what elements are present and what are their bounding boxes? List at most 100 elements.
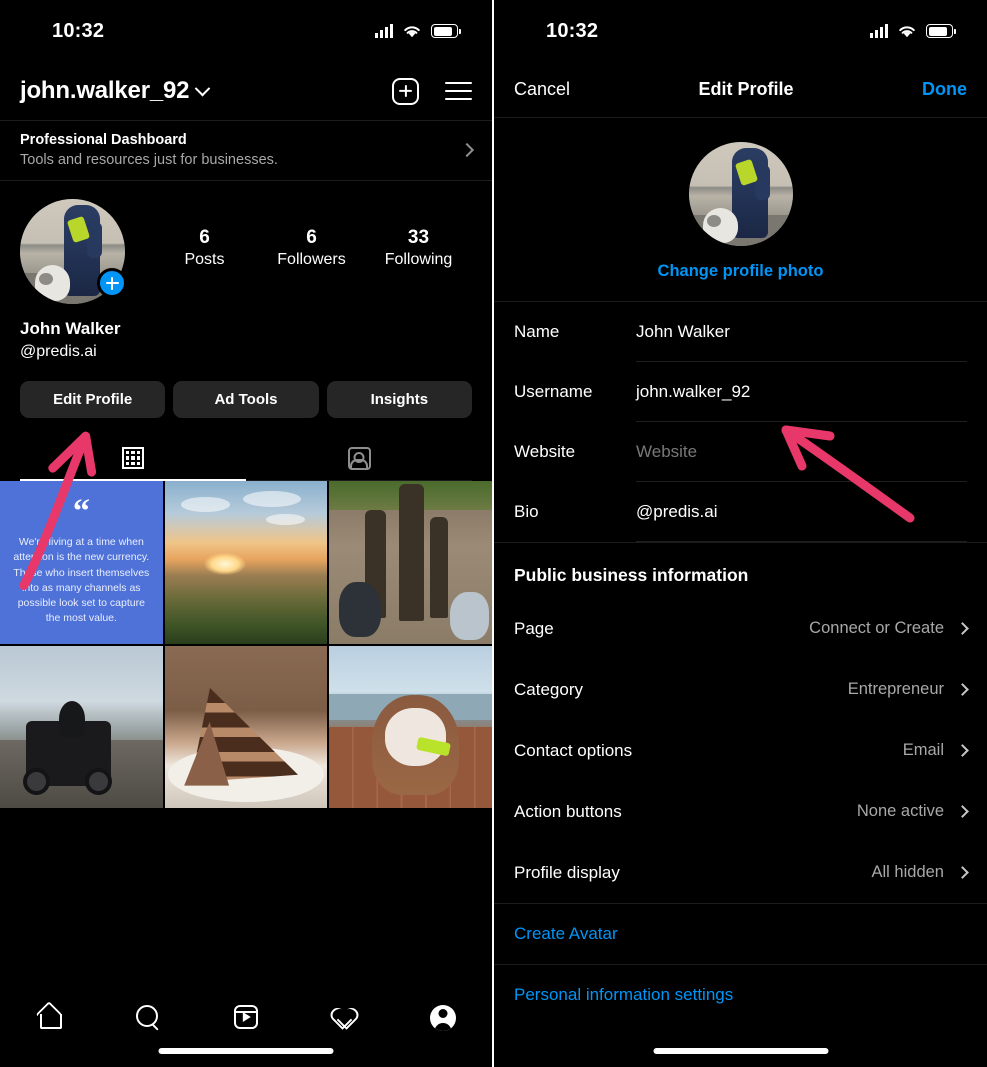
dual-phone-screenshot: 10:32 john.walker_92 Professional Dashbo… (0, 0, 987, 1067)
stat-following[interactable]: 33 Following (365, 227, 472, 269)
tabbar-search[interactable] (98, 1005, 196, 1029)
reels-icon (233, 1005, 259, 1029)
battery-icon (431, 24, 461, 38)
row-page-label: Page (514, 618, 554, 638)
edit-profile-button[interactable]: Edit Profile (20, 381, 166, 418)
field-username-label: Username (514, 382, 593, 401)
post-thumbnail-quote[interactable]: “ We're living at a time when attention … (0, 481, 163, 644)
row-page[interactable]: Page Connect or Create (494, 598, 987, 659)
row-category[interactable]: Category Entrepreneur (494, 659, 987, 720)
row-profile-display-value: All hidden (871, 863, 944, 881)
home-indicator (158, 1048, 334, 1054)
field-bio[interactable]: Bio @predis.ai (494, 482, 987, 542)
ad-tools-button[interactable]: Ad Tools (173, 381, 319, 418)
profile-bio: @predis.ai (20, 343, 97, 360)
post-grid: “ We're living at a time when attention … (0, 481, 492, 809)
profile-stats: 6 Posts 6 Followers 33 Following (125, 199, 472, 269)
row-profile-display-label: Profile display (514, 862, 620, 882)
post-thumbnail-cake[interactable] (164, 645, 328, 809)
chevron-right-icon (956, 683, 969, 696)
username-switcher[interactable]: john.walker_92 (20, 77, 211, 105)
field-website-placeholder[interactable]: Website (636, 442, 697, 462)
profile-header: john.walker_92 (0, 62, 492, 120)
post-thumbnail-motorcycle[interactable] (0, 645, 163, 809)
chevron-right-icon (956, 622, 969, 635)
profile-photo-block: Change profile photo (494, 118, 987, 302)
tabbar-reels[interactable] (197, 1005, 295, 1029)
status-bar-icons-right (870, 24, 956, 39)
professional-dashboard-subtitle: Tools and resources just for businesses. (20, 152, 278, 168)
status-bar-right: 10:32 (494, 0, 987, 62)
heart-icon (332, 1005, 357, 1028)
field-bio-label: Bio (514, 502, 539, 521)
avatar[interactable] (688, 142, 793, 246)
stat-followers[interactable]: 6 Followers (258, 227, 365, 269)
battery-icon (926, 24, 956, 38)
header-actions (392, 77, 472, 105)
home-indicator (653, 1048, 828, 1054)
field-website[interactable]: Website Website (494, 422, 987, 482)
row-contact-options-value: Email (902, 741, 944, 759)
row-contact-options[interactable]: Contact options Email (494, 720, 987, 781)
tab-tagged[interactable] (246, 436, 472, 480)
cellular-signal-icon (375, 24, 393, 38)
personal-information-settings-link[interactable]: Personal information settings (514, 985, 733, 1005)
stat-posts[interactable]: 6 Posts (151, 227, 258, 269)
tabbar-activity[interactable] (295, 1005, 393, 1028)
chevron-right-icon (956, 866, 969, 879)
stat-followers-label: Followers (277, 251, 346, 268)
wifi-icon (899, 25, 915, 37)
chevron-right-icon (459, 142, 475, 158)
chevron-down-icon (195, 80, 211, 96)
change-profile-photo-link[interactable]: Change profile photo (494, 262, 987, 281)
field-name-value[interactable]: John Walker (636, 322, 730, 342)
plus-square-icon[interactable] (392, 77, 419, 105)
tabbar-profile[interactable] (394, 1005, 492, 1031)
stat-posts-label: Posts (184, 251, 225, 268)
chevron-right-icon (956, 744, 969, 757)
business-section-heading: Public business information (494, 542, 987, 598)
edit-profile-nav: Cancel Edit Profile Done (494, 62, 987, 118)
field-name[interactable]: Name John Walker (494, 302, 987, 362)
stat-posts-count: 6 (199, 227, 210, 248)
insights-button[interactable]: Insights (326, 381, 472, 418)
row-category-value: Entrepreneur (847, 680, 944, 698)
quote-mark: “ (72, 493, 90, 531)
profile-avatar-icon (429, 1005, 456, 1031)
create-avatar-link[interactable]: Create Avatar (514, 924, 618, 944)
profile-avatar-wrap[interactable] (20, 199, 127, 304)
tab-grid[interactable] (20, 436, 246, 480)
hamburger-menu-icon[interactable] (445, 81, 472, 101)
field-name-label: Name (514, 322, 560, 341)
quote-text: We're living at a time when attention is… (13, 536, 150, 625)
cellular-signal-icon (870, 24, 888, 38)
cancel-button[interactable]: Cancel (514, 79, 570, 100)
plus-circle-icon[interactable] (97, 268, 127, 298)
profile-main: 6 Posts 6 Followers 33 Following John Wa… (0, 181, 492, 481)
row-create-avatar[interactable]: Create Avatar (494, 903, 987, 964)
profile-tabs (20, 436, 472, 481)
stat-followers-count: 6 (306, 227, 317, 248)
field-username[interactable]: Username john.walker_92 (494, 362, 987, 422)
done-button[interactable]: Done (922, 79, 967, 100)
post-thumbnail-bulldog[interactable] (329, 645, 492, 809)
row-profile-display[interactable]: Profile display All hidden (494, 842, 987, 903)
field-bio-value[interactable]: @predis.ai (636, 502, 718, 522)
row-personal-information-settings[interactable]: Personal information settings (494, 964, 987, 1025)
status-bar-clock-right: 10:32 (546, 19, 599, 42)
tagged-person-icon (347, 446, 371, 470)
field-username-value[interactable]: john.walker_92 (636, 382, 750, 402)
row-page-value: Connect or Create (809, 619, 944, 637)
profile-username: john.walker_92 (20, 77, 190, 104)
post-thumbnail-shadows[interactable] (329, 481, 492, 644)
post-thumbnail-sunset[interactable] (164, 481, 328, 644)
professional-dashboard-row[interactable]: Professional Dashboard Tools and resourc… (0, 120, 492, 181)
tabbar-home[interactable] (0, 1005, 98, 1029)
stat-following-label: Following (384, 251, 453, 268)
field-website-label: Website (514, 442, 576, 461)
professional-dashboard-title: Professional Dashboard (20, 132, 187, 148)
home-icon (36, 1005, 63, 1029)
row-action-buttons[interactable]: Action buttons None active (494, 781, 987, 842)
grid-icon (122, 447, 144, 469)
status-bar: 10:32 (0, 0, 492, 62)
